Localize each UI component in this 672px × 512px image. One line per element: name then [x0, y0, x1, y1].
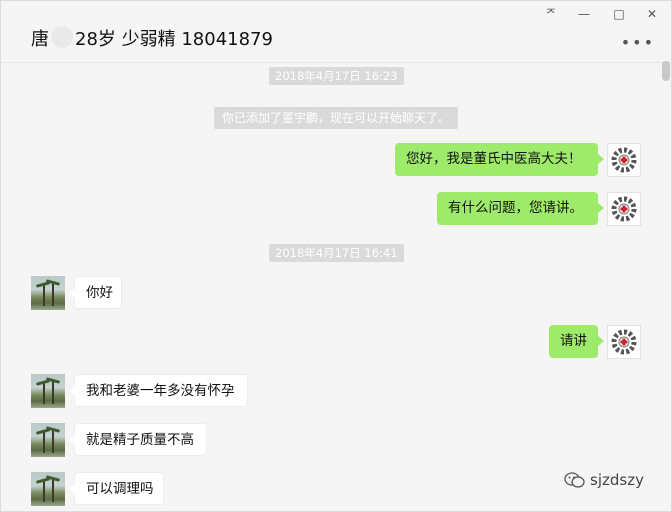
chat-title: 唐 28岁 少弱精 18041879 — [31, 25, 273, 51]
pin-button[interactable]: ᅎ — [538, 5, 564, 23]
contact-avatar[interactable] — [31, 276, 65, 310]
doctor-logo-icon — [611, 196, 637, 222]
watermark-text: sjzdszy — [590, 471, 644, 489]
chat-header: 唐 28岁 少弱精 18041879 ᅎ — □ ✕ ••• — [1, 1, 671, 63]
title-suffix: 28岁 少弱精 18041879 — [75, 29, 273, 50]
chat-window: 唐 28岁 少弱精 18041879 ᅎ — □ ✕ ••• 2018年4月17日… — [0, 0, 672, 512]
close-button[interactable]: ✕ — [639, 5, 665, 23]
doctor-logo-icon — [611, 329, 637, 355]
timestamp: 2018年4月17日 16:41 — [269, 244, 404, 262]
doctor-logo-icon — [611, 147, 637, 173]
blurred-name — [51, 26, 73, 48]
message-bubble-outgoing[interactable]: 您好，我是董氏中医高大夫！ — [395, 143, 604, 176]
doctor-avatar[interactable] — [607, 325, 641, 359]
watermark: sjzdszy — [564, 471, 644, 489]
contact-avatar[interactable] — [31, 374, 65, 408]
doctor-avatar[interactable] — [607, 192, 641, 226]
scrollbar-thumb[interactable] — [662, 61, 670, 81]
contact-avatar[interactable] — [31, 472, 65, 506]
message-bubble-incoming[interactable]: 就是精子质量不高 — [69, 423, 207, 456]
message-bubble-outgoing[interactable]: 有什么问题，您请讲。 — [437, 192, 604, 225]
message-bubble-outgoing[interactable]: 请讲 — [549, 325, 604, 358]
timestamp: 2018年4月17日 16:23 — [269, 67, 404, 85]
more-options-button[interactable]: ••• — [621, 33, 655, 52]
wechat-icon — [564, 472, 585, 488]
message-bubble-incoming[interactable]: 你好 — [69, 276, 122, 309]
title-prefix: 唐 — [31, 29, 49, 50]
maximize-button[interactable]: □ — [606, 5, 632, 23]
message-bubble-incoming[interactable]: 我和老婆一年多没有怀孕 — [69, 374, 248, 407]
minimize-button[interactable]: — — [571, 5, 597, 23]
contact-avatar[interactable] — [31, 423, 65, 457]
system-message: 你已添加了董宇鹏，现在可以开始聊天了。 — [214, 107, 459, 129]
doctor-avatar[interactable] — [607, 143, 641, 177]
message-bubble-incoming[interactable]: 可以调理吗 — [69, 472, 164, 505]
